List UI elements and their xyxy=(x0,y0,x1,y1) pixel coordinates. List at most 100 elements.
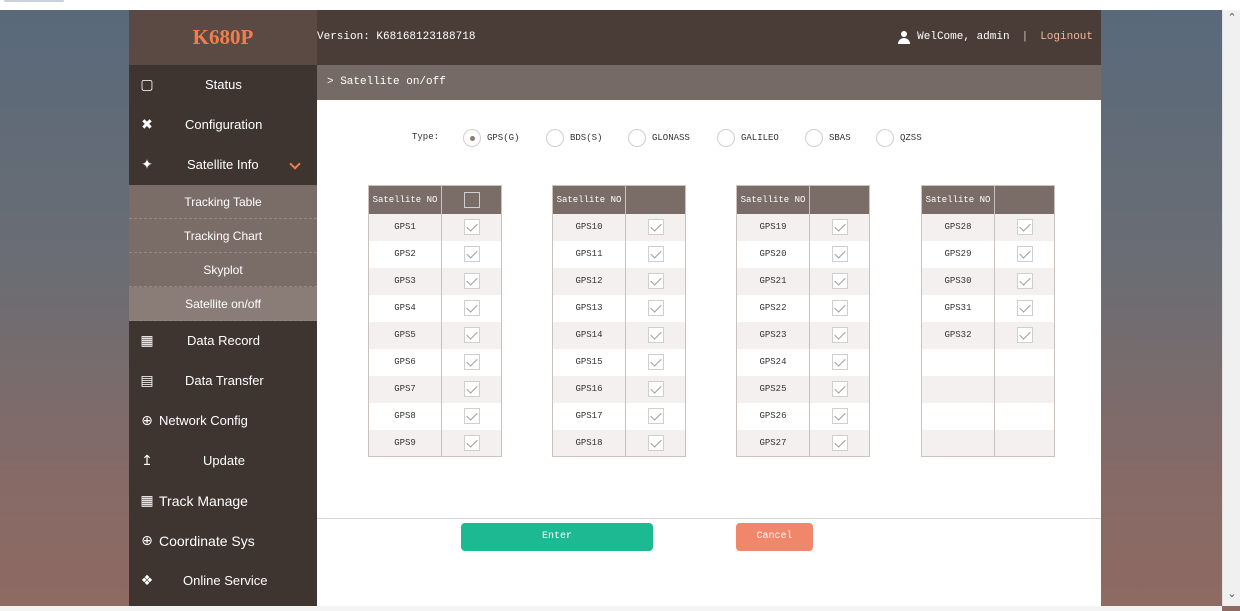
satellite-toggle-cell xyxy=(441,213,502,241)
satellite-checkbox[interactable] xyxy=(647,219,664,235)
satellite-checkbox[interactable] xyxy=(647,434,664,451)
satellite-checkbox[interactable] xyxy=(831,381,848,397)
satellite-checkbox[interactable] xyxy=(647,327,664,343)
satellite-checkbox[interactable] xyxy=(463,246,480,262)
logout-link[interactable]: Loginout xyxy=(1040,10,1093,65)
radio-galileo[interactable]: GALILEO xyxy=(717,129,779,147)
satellite-checkbox[interactable] xyxy=(1016,300,1033,316)
radio-sbas[interactable]: SBAS xyxy=(805,129,851,147)
radio-qzss[interactable]: QZSS xyxy=(876,129,922,147)
satellite-checkbox[interactable] xyxy=(647,273,664,289)
satellite-checkbox[interactable] xyxy=(1016,327,1033,343)
radio-glonass[interactable]: GLONASS xyxy=(628,129,690,147)
column-header-satellite-no: Satellite NO xyxy=(552,185,626,214)
sidebar-item-update[interactable]: ↥ Update xyxy=(129,441,317,481)
satellite-checkbox[interactable] xyxy=(463,219,480,235)
radio-icon[interactable] xyxy=(717,129,735,147)
satellite-checkbox[interactable] xyxy=(463,273,480,289)
calendar-icon: ▦ xyxy=(140,493,154,509)
satellite-name: GPS18 xyxy=(552,429,626,457)
sidebar-item-track-manage[interactable]: ▦ Track Manage xyxy=(129,481,317,521)
table-row: GPS11 xyxy=(552,240,686,268)
radio-icon[interactable] xyxy=(876,129,894,147)
satellite-name: GPS23 xyxy=(736,321,810,349)
sidebar-item-data-record[interactable]: ▦ Data Record xyxy=(129,321,317,361)
enter-button[interactable]: Enter xyxy=(461,523,653,551)
app-header: K680P Version: K68168123188718 WelCome, … xyxy=(129,10,1101,65)
satellite-name: GPS5 xyxy=(368,321,442,349)
radio-icon[interactable] xyxy=(546,129,564,147)
page-scrollbar[interactable]: ⌃ ⌄ xyxy=(1222,10,1240,606)
satellite-checkbox[interactable] xyxy=(831,219,848,235)
sidebar-item-satellite-info[interactable]: ✦ Satellite Info xyxy=(129,145,317,185)
satellite-checkbox[interactable] xyxy=(463,327,480,343)
satellite-checkbox[interactable] xyxy=(831,246,848,262)
satellite-toggle-cell xyxy=(625,375,686,403)
satellite-name: GPS29 xyxy=(921,240,995,268)
satellite-checkbox[interactable] xyxy=(647,408,664,424)
table-row: GPS22 xyxy=(736,294,870,322)
satellite-checkbox[interactable] xyxy=(831,300,848,316)
radio-gps[interactable]: GPS(G) xyxy=(463,129,519,147)
satellite-name: GPS2 xyxy=(368,240,442,268)
sidebar-item-configuration[interactable]: ✖ Configuration xyxy=(129,105,317,145)
satellite-checkbox[interactable] xyxy=(463,300,480,316)
scroll-up-icon[interactable]: ⌃ xyxy=(1226,12,1238,24)
main-content: > Satellite on/off Type: GPS(G) BDS(S) G… xyxy=(317,65,1101,606)
satellite-checkbox[interactable] xyxy=(463,434,480,451)
table-row: GPS27 xyxy=(736,429,870,457)
satellite-checkbox[interactable] xyxy=(647,300,664,316)
sidebar: ▢ Status ✖ Configuration ✦ Satellite Inf… xyxy=(129,65,317,606)
sidebar-subitem-satellite-onoff[interactable]: Satellite on/off xyxy=(129,287,317,321)
sidebar-item-data-transfer[interactable]: ▤ Data Transfer xyxy=(129,361,317,401)
sidebar-item-status[interactable]: ▢ Status xyxy=(129,65,317,105)
satellite-checkbox[interactable] xyxy=(1016,246,1033,262)
cancel-button[interactable]: Cancel xyxy=(736,523,813,551)
monitor-icon: ▢ xyxy=(140,77,154,93)
sidebar-item-coordinate-sys[interactable]: ⊕ Coordinate Sys xyxy=(129,521,317,561)
table-row: GPS30 xyxy=(921,267,1055,295)
satellite-checkbox[interactable] xyxy=(831,408,848,424)
sidebar-item-label: Satellite Info xyxy=(187,157,259,172)
table-row: GPS18 xyxy=(552,429,686,457)
satellite-checkbox[interactable] xyxy=(463,381,480,397)
sidebar-subitem-tracking-table[interactable]: Tracking Table xyxy=(129,185,317,219)
scroll-down-icon[interactable]: ⌄ xyxy=(1226,588,1238,600)
satellite-table: Satellite NO GPS1 GPS2 GPS3 GPS4 GPS5 GPS6 GPS7… xyxy=(368,185,502,457)
satellite-name: GPS11 xyxy=(552,240,626,268)
satellite-checkbox[interactable] xyxy=(647,381,664,397)
satellite-checkbox[interactable] xyxy=(831,273,848,289)
satellite-checkbox[interactable] xyxy=(1016,273,1033,289)
satellite-checkbox[interactable] xyxy=(463,354,480,370)
radio-label: GLONASS xyxy=(652,133,690,143)
satellite-name: GPS15 xyxy=(552,348,626,376)
table-row: GPS8 xyxy=(368,402,502,430)
satellite-checkbox[interactable] xyxy=(1016,219,1033,235)
satellite-checkbox[interactable] xyxy=(831,327,848,343)
sidebar-item-label: Configuration xyxy=(185,117,263,132)
satellite-toggle-cell xyxy=(994,348,1055,376)
table-row: GPS32 xyxy=(921,321,1055,349)
radio-icon[interactable] xyxy=(805,129,823,147)
select-all-checkbox[interactable] xyxy=(463,191,480,208)
sidebar-subitem-skyplot[interactable]: Skyplot xyxy=(129,253,317,287)
radio-icon[interactable] xyxy=(628,129,646,147)
sidebar-subitem-tracking-chart[interactable]: Tracking Chart xyxy=(129,219,317,253)
satellite-checkbox[interactable] xyxy=(647,354,664,370)
satellite-toggle-cell xyxy=(994,213,1055,241)
radio-bds[interactable]: BDS(S) xyxy=(546,129,602,147)
satellite-table: Satellite NO GPS28 GPS29 GPS30 GPS31 GPS32 xyxy=(921,185,1055,457)
satellite-name: GPS16 xyxy=(552,375,626,403)
satellite-checkbox[interactable] xyxy=(463,408,480,424)
footer-divider xyxy=(317,518,1101,519)
table-row: GPS17 xyxy=(552,402,686,430)
satellite-toggle-cell xyxy=(809,294,870,322)
sidebar-item-network-config[interactable]: ⊕ Network Config xyxy=(129,401,317,441)
satellite-checkbox[interactable] xyxy=(647,246,664,262)
radio-selected-icon[interactable] xyxy=(463,129,481,147)
app-window: K680P Version: K68168123188718 WelCome, … xyxy=(129,10,1101,606)
sidebar-item-online-service[interactable]: ❖ Online Service xyxy=(129,561,317,601)
satellite-checkbox[interactable] xyxy=(831,354,848,370)
satellite-checkbox[interactable] xyxy=(831,434,848,451)
table-row: GPS9 xyxy=(368,429,502,457)
